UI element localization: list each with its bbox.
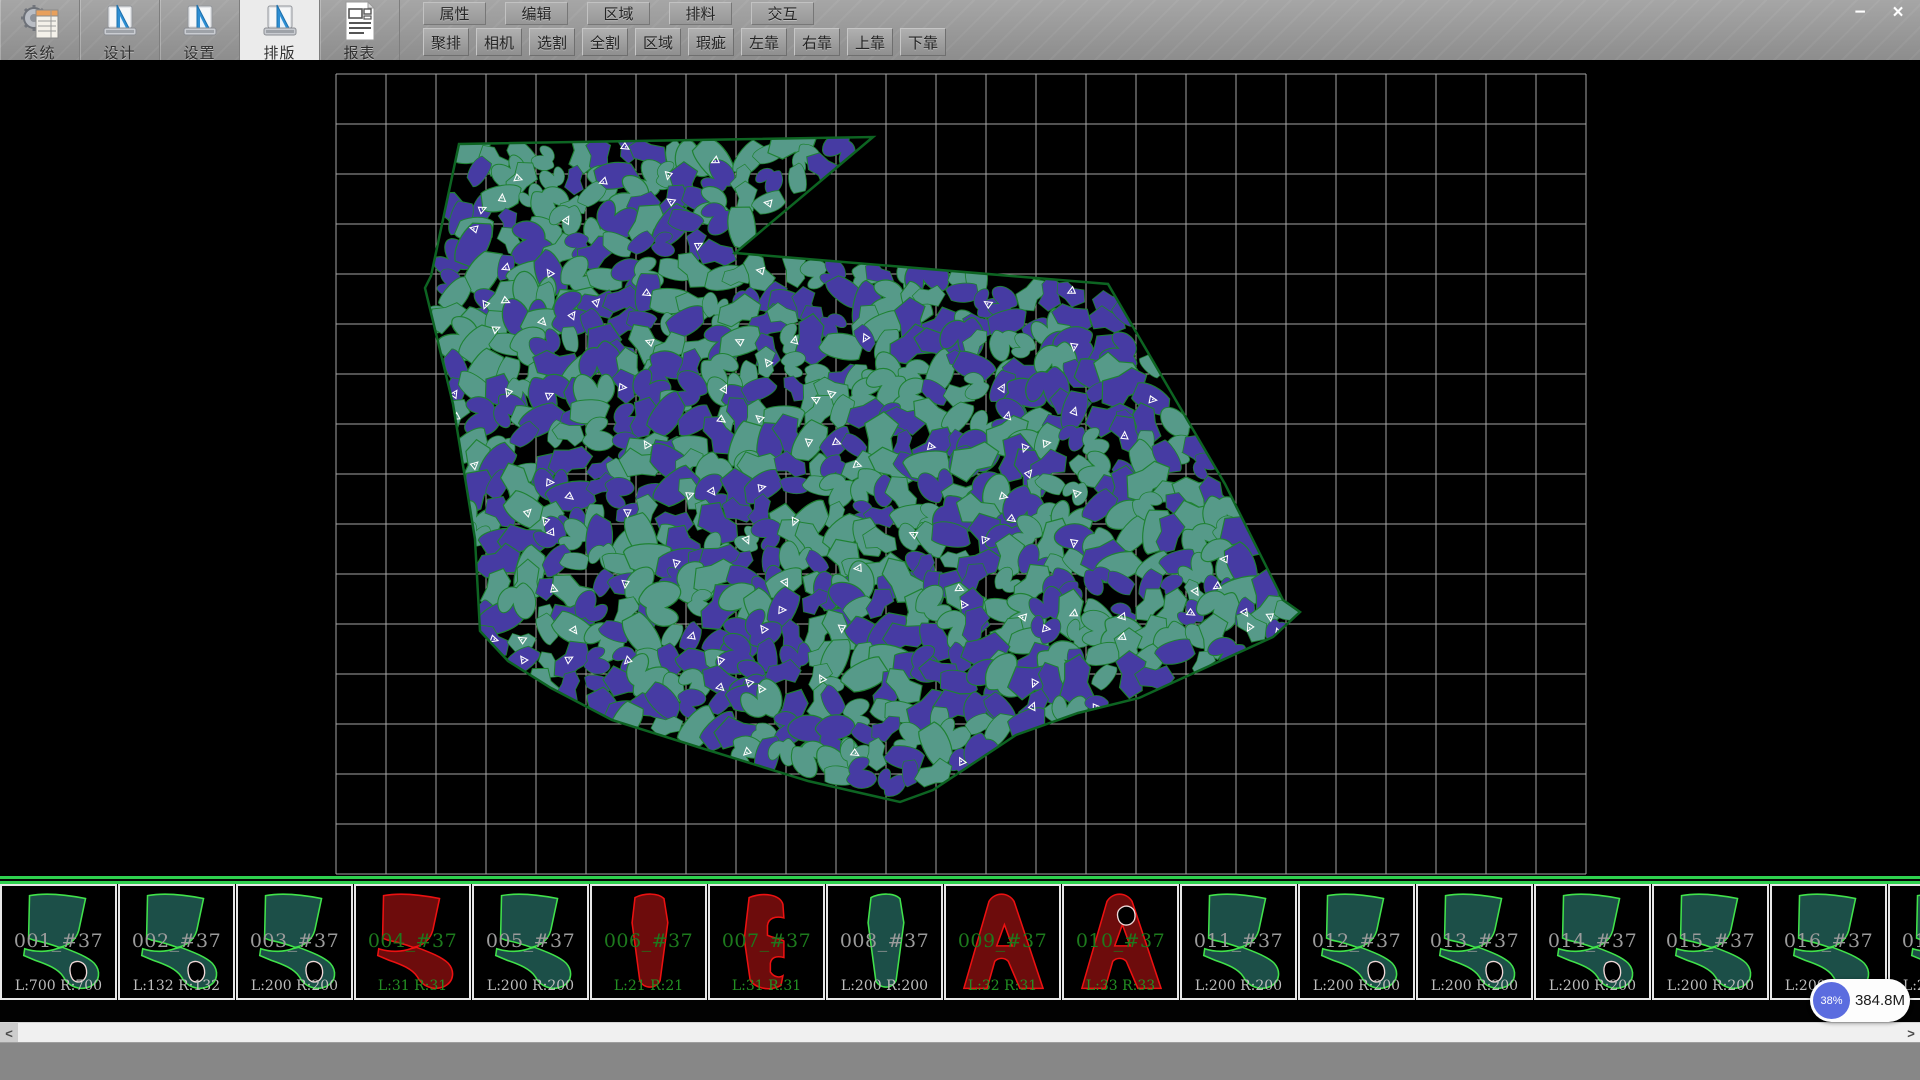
- piece-shape: [946, 886, 1059, 998]
- main-tab-bar: 系统 设计 设置 排版 报表: [0, 0, 400, 60]
- piece-shape: [1418, 886, 1531, 998]
- scroll-left-button[interactable]: <: [0, 1023, 18, 1043]
- piece-shape: [1300, 886, 1413, 998]
- menu1-button-1[interactable]: 属性: [423, 2, 486, 25]
- thumbnail-cell-15[interactable]: 015_#37 L:200 R:200: [1652, 884, 1769, 1000]
- piece-shape: [356, 886, 469, 998]
- menu2-button-10[interactable]: 下靠: [900, 28, 946, 56]
- piece-shape: [238, 886, 351, 998]
- piece-hole: [1118, 906, 1136, 925]
- piece-hole: [70, 962, 87, 982]
- menu1-button-2[interactable]: 编辑: [505, 2, 568, 25]
- thumbnail-cell-10[interactable]: 010_#37 L:33 R:33: [1062, 884, 1179, 1000]
- piece-hole: [306, 962, 323, 982]
- thumbnail-cell-4[interactable]: 004_#37 L:31 R:31: [354, 884, 471, 1000]
- close-button[interactable]: ×: [1884, 2, 1912, 24]
- thumbnail-cell-5[interactable]: 005_#37 L:200 R:200: [472, 884, 589, 1000]
- menu-row-1: 属性编辑区域排料交互: [423, 2, 814, 25]
- status-bar: [0, 1042, 1920, 1080]
- thumbnail-panel-divider: [0, 876, 1920, 884]
- scroll-right-button[interactable]: >: [1902, 1023, 1920, 1043]
- menu1-button-3[interactable]: 区域: [587, 2, 650, 25]
- piece-shape: [2, 886, 115, 998]
- thumbnail-cell-6[interactable]: 006_#37 L:21 R:21: [590, 884, 707, 1000]
- main-tab-2[interactable]: 设计: [80, 0, 160, 60]
- app-window: 系统 设计 设置 排版 报表: [0, 0, 1920, 1080]
- menu2-button-8[interactable]: 右靠: [794, 28, 840, 56]
- piece-shape: [1536, 886, 1649, 998]
- progress-indicator[interactable]: 38% 384.8M: [1810, 979, 1910, 1022]
- menu2-button-5[interactable]: 区域: [635, 28, 681, 56]
- menu2-button-3[interactable]: 选割: [529, 28, 575, 56]
- piece-shape: [1654, 886, 1767, 998]
- menu2-button-6[interactable]: 瑕疵: [688, 28, 734, 56]
- thumbnail-cell-7[interactable]: 007_#37 L:31 R:31: [708, 884, 825, 1000]
- design-icon: [98, 2, 142, 42]
- layout-icon: [258, 2, 302, 42]
- thumbnail-cell-13[interactable]: 013_#37 L:200 R:200: [1416, 884, 1533, 1000]
- thumbnail-cell-9[interactable]: 009_#37 L:32 R:31: [944, 884, 1061, 1000]
- menu2-button-2[interactable]: 相机: [476, 28, 522, 56]
- piece-shape: [828, 886, 941, 998]
- toolbar: 系统 设计 设置 排版 报表: [0, 0, 1920, 60]
- piece-shape: [710, 886, 823, 998]
- menu2-button-7[interactable]: 左靠: [741, 28, 787, 56]
- thumbnail-cell-14[interactable]: 014_#37 L:200 R:200: [1534, 884, 1651, 1000]
- menu2-button-4[interactable]: 全割: [582, 28, 628, 56]
- progress-percent-badge: 38%: [1813, 982, 1850, 1019]
- piece-shape: [474, 886, 587, 998]
- piece-hole: [1368, 962, 1385, 982]
- thumbnail-cell-2[interactable]: 002_#37 L:132 R:132: [118, 884, 235, 1000]
- piece-shape: [120, 886, 233, 998]
- menu2-button-1[interactable]: 聚排: [423, 28, 469, 56]
- window-controls: − ×: [1846, 2, 1912, 24]
- minimize-button[interactable]: −: [1846, 2, 1874, 24]
- thumbnail-cell-12[interactable]: 012_#37 L:200 R:200: [1298, 884, 1415, 1000]
- thumbnail-cell-1[interactable]: 001_#37 L:700 R:700: [0, 884, 117, 1000]
- nesting-canvas[interactable]: [0, 60, 1920, 876]
- main-tab-1[interactable]: 系统: [0, 0, 80, 60]
- menu-row-2: 聚排相机选割全割区域瑕疵左靠右靠上靠下靠: [423, 28, 946, 56]
- menu1-button-5[interactable]: 交互: [751, 2, 814, 25]
- thumbnail-cell-8[interactable]: 008_#37 L:200 R:200: [826, 884, 943, 1000]
- piece-thumbnail-strip: 001_#37 L:700 R:700 002_#37 L:132 R:132 …: [0, 884, 1920, 1000]
- menu2-button-9[interactable]: 上靠: [847, 28, 893, 56]
- main-tab-4[interactable]: 排版: [240, 0, 320, 60]
- system-icon: [18, 2, 62, 42]
- thumbnail-cell-3[interactable]: 003_#37 L:200 R:200: [236, 884, 353, 1000]
- piece-hole: [188, 962, 205, 982]
- piece-shape: [592, 886, 705, 998]
- piece-shape: [1182, 886, 1295, 998]
- main-tab-3[interactable]: 设置: [160, 0, 240, 60]
- report-icon: [338, 0, 382, 44]
- menu1-button-4[interactable]: 排料: [669, 2, 732, 25]
- thumbnail-cell-11[interactable]: 011_#37 L:200 R:200: [1180, 884, 1297, 1000]
- main-tab-5[interactable]: 报表: [320, 0, 400, 60]
- settings-icon: [178, 2, 222, 42]
- piece-shape: [1064, 886, 1177, 998]
- progress-size-label: 384.8M: [1850, 992, 1910, 1009]
- piece-hole: [1486, 962, 1503, 982]
- strip-gap: [0, 1000, 1920, 1022]
- horizontal-scrollbar[interactable]: < >: [0, 1022, 1920, 1042]
- piece-hole: [1604, 962, 1621, 982]
